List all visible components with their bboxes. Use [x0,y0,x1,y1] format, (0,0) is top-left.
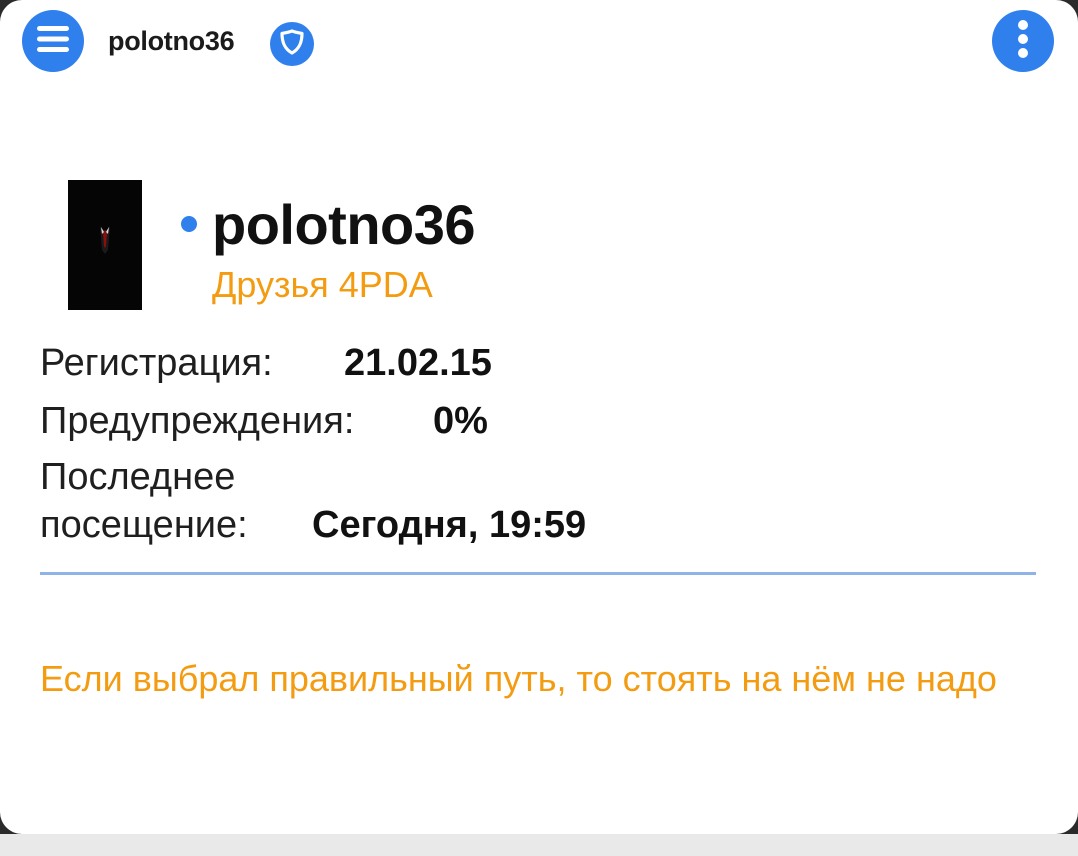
registration-label: Регистрация: [40,342,273,384]
profile-card: polotno36 polotno36 Друзья 4PDA Регистра… [0,0,1078,834]
profile-group[interactable]: Друзья 4PDA [212,264,433,306]
last-visit-label-line1: Последнее [40,456,236,498]
more-options-button[interactable] [992,10,1054,72]
last-visit-label-line2: посещение: [40,504,248,546]
registration-value: 21.02.15 [344,342,492,384]
vertical-dots-icon [1017,19,1029,64]
avatar[interactable] [68,180,142,310]
warnings-value[interactable]: 0% [433,400,488,443]
menu-button[interactable] [22,10,84,72]
shield-badge[interactable] [270,22,314,66]
shield-icon [280,28,304,60]
header-username: polotno36 [108,26,235,56]
warnings-label: Предупреждения: [40,400,355,442]
bottom-edge [0,834,1078,856]
profile-username: polotno36 [212,193,476,256]
divider [40,572,1036,575]
hamburger-menu-icon [37,25,69,58]
last-visit-value: Сегодня, 19:59 [312,504,587,546]
online-status-dot [181,216,197,232]
user-signature: Если выбрал правильный путь, то стоять н… [40,658,997,699]
